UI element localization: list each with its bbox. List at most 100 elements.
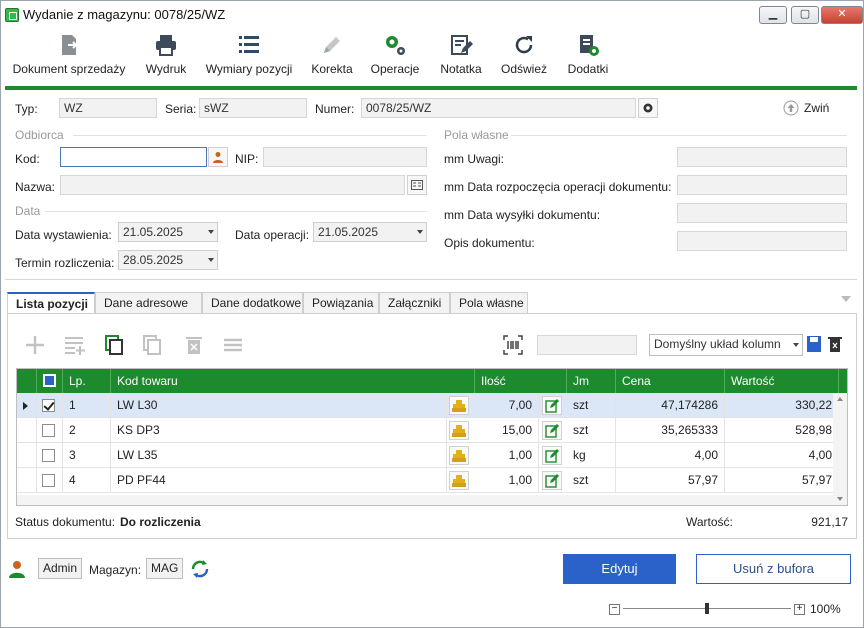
tab-zalaczniki[interactable]: Załączniki [379, 292, 450, 314]
zoom-out-button[interactable]: − [609, 604, 620, 615]
edit-button[interactable]: Edytuj [563, 554, 676, 584]
edit-quantity-button[interactable] [542, 396, 562, 415]
toolbar-dodatki[interactable]: Dodatki [561, 29, 615, 87]
status-value: Do rozliczenia [120, 515, 201, 529]
paste-icon[interactable] [141, 334, 163, 356]
tab-pola-wlasne[interactable]: Pola własne [450, 292, 528, 314]
edit-quantity-button[interactable] [542, 446, 562, 465]
select-all-header[interactable] [37, 369, 63, 393]
data-rozpoczecia-input[interactable] [677, 175, 847, 195]
gear-icon [643, 103, 653, 113]
opis-input[interactable] [677, 231, 847, 251]
row-checkbox[interactable] [42, 399, 55, 412]
numer-settings-button[interactable] [638, 98, 658, 118]
cell-lp: 4 [63, 468, 111, 493]
typ-field[interactable]: WZ [59, 98, 157, 118]
delete-layout-icon[interactable] [827, 335, 843, 353]
save-layout-icon[interactable] [806, 335, 822, 353]
row-checkbox[interactable] [42, 474, 55, 487]
grid-horizontal-scrollbar[interactable] [17, 495, 833, 505]
numer-label: Numer: [315, 102, 355, 116]
data-wystawienia-picker[interactable]: 21.05.2025 [118, 222, 218, 242]
copy-icon[interactable] [103, 334, 125, 356]
kod-lookup-button[interactable] [208, 147, 228, 167]
col-kod-towaru[interactable]: Kod towaru [111, 369, 475, 393]
column-layout-select[interactable]: Domyślny układ kolumn [649, 334, 803, 356]
toolbar-wymiary-pozycji[interactable]: Wymiary pozycji [201, 29, 297, 87]
col-ilosc[interactable]: Ilość [475, 369, 567, 393]
cell-kod: KS DP3 [111, 418, 447, 443]
edit-icon [545, 474, 559, 488]
grid-vertical-scrollbar[interactable] [833, 393, 847, 505]
cell-jm: szt [567, 418, 616, 443]
toolbar-label: Dokument sprzedaży [12, 62, 126, 76]
collapse-rows-icon[interactable] [222, 334, 244, 356]
seria-field[interactable]: sWZ [199, 98, 307, 118]
edit-quantity-button[interactable] [542, 471, 562, 490]
add-icon[interactable] [24, 334, 46, 356]
cell-ilosc: 7,00 [475, 393, 539, 418]
nazwa-label: Nazwa: [15, 180, 56, 194]
col-wartosc[interactable]: Wartość [725, 369, 839, 393]
delete-icon[interactable] [183, 334, 205, 356]
chevron-down-icon [793, 343, 799, 347]
data-wysylki-input[interactable] [677, 203, 847, 223]
numer-field[interactable]: 0078/25/WZ [361, 98, 636, 118]
row-checkbox[interactable] [42, 449, 55, 462]
nazwa-input[interactable] [60, 175, 405, 195]
table-row[interactable]: 4 PD PF44 1,00 szt 57,97 57,97 [17, 468, 839, 493]
edit-quantity-button[interactable] [542, 421, 562, 440]
tab-lista-pozycji[interactable]: Lista pozycji [7, 292, 95, 314]
termin-rozliczenia-picker[interactable]: 28.05.2025 [118, 250, 218, 270]
toolbar-label: Odśwież [500, 62, 547, 76]
tab-powiazania[interactable]: Powiązania [303, 292, 379, 314]
minimize-button[interactable]: ▁ [759, 6, 787, 24]
uwagi-label: mm Uwagi: [444, 152, 505, 166]
cell-kod: LW L35 [111, 443, 447, 468]
scroll-up-icon[interactable] [837, 397, 843, 401]
chevron-down-icon [208, 230, 214, 234]
window-title: Wydanie z magazynu: 0078/25/WZ [23, 7, 226, 22]
nip-input[interactable] [263, 147, 427, 167]
remove-from-buffer-button[interactable]: Usuń z bufora [696, 554, 851, 584]
table-row[interactable]: 2 KS DP3 15,00 szt 35,265333 528,98 [17, 418, 839, 443]
col-jm[interactable]: Jm [567, 369, 616, 393]
col-lp[interactable]: Lp. [63, 369, 111, 393]
nazwa-card-button[interactable] [407, 175, 427, 195]
maximize-button[interactable]: ▢ [791, 6, 819, 24]
stock-lookup-button[interactable] [449, 396, 469, 415]
toolbar-korekta[interactable]: Korekta [307, 29, 357, 87]
barcode-scan-icon[interactable] [502, 334, 524, 356]
tab-dane-adresowe[interactable]: Dane adresowe [95, 292, 202, 314]
printer-icon [156, 35, 176, 56]
grid-search-input[interactable] [537, 335, 637, 355]
zoom-in-button[interactable]: + [794, 604, 805, 615]
cell-kod: LW L30 [111, 393, 447, 418]
kod-input[interactable] [60, 147, 207, 167]
toolbar-label: Wydruk [145, 62, 187, 76]
toolbar-odswiez[interactable]: Odśwież [497, 29, 551, 87]
select-all-checkbox[interactable] [43, 374, 56, 387]
tab-dane-dodatkowe[interactable]: Dane dodatkowe [202, 292, 303, 314]
add-row-icon[interactable] [63, 334, 85, 356]
col-cena[interactable]: Cena [616, 369, 725, 393]
stock-lookup-button[interactable] [449, 421, 469, 440]
zoom-slider-thumb[interactable] [705, 603, 709, 614]
toolbar-dokument-sprzedazy[interactable]: Dokument sprzedaży [9, 29, 129, 87]
tabs-collapse-icon[interactable] [841, 296, 851, 302]
data-operacji-picker[interactable]: 21.05.2025 [313, 222, 427, 242]
table-row[interactable]: 1 LW L30 7,00 szt 47,174286 330,22 [17, 393, 839, 418]
gold-stack-icon [452, 400, 466, 412]
toolbar-wydruk[interactable]: Wydruk [139, 29, 193, 87]
toolbar-notatka[interactable]: Notatka [435, 29, 487, 87]
toolbar-operacje[interactable]: Operacje [365, 29, 425, 87]
stock-lookup-button[interactable] [449, 471, 469, 490]
scroll-down-icon[interactable] [837, 497, 843, 501]
table-row[interactable]: 3 LW L35 1,00 kg 4,00 4,00 [17, 443, 839, 468]
toolbar: Dokument sprzedaży Wydruk Wymiary pozycj… [1, 29, 863, 87]
row-checkbox[interactable] [42, 424, 55, 437]
sync-icon[interactable] [189, 558, 211, 580]
stock-lookup-button[interactable] [449, 446, 469, 465]
uwagi-input[interactable] [677, 147, 847, 167]
close-button[interactable]: ✕ [821, 6, 863, 24]
